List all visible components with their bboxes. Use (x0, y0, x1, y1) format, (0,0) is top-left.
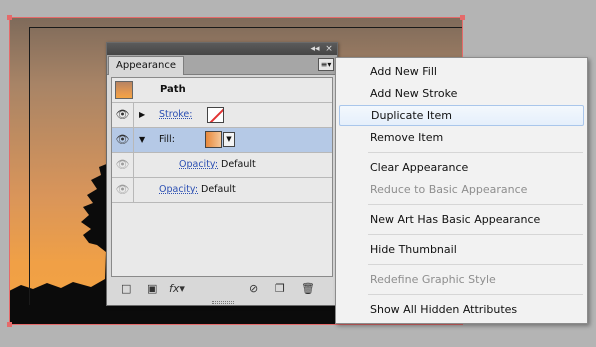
appearance-list: Path 👁 ▶ Stroke: 👁 ▼ Fill: ▼ 👁 Opacity: … (111, 77, 333, 277)
menu-item-show-all-hidden-attributes[interactable]: Show All Hidden Attributes (339, 299, 584, 320)
panel-titlebar[interactable]: ◂◂ × (107, 43, 337, 55)
menu-item-clear-appearance[interactable]: Clear Appearance (339, 157, 584, 178)
fill-swatch[interactable] (205, 131, 222, 148)
selection-handle[interactable] (7, 15, 12, 20)
object-opacity-value: Default (201, 184, 236, 195)
selection-handle[interactable] (7, 322, 12, 327)
selection-handle[interactable] (460, 15, 465, 20)
menu-separator (368, 294, 583, 295)
stroke-swatch[interactable] (207, 107, 224, 123)
menu-separator (368, 234, 583, 235)
menu-item-duplicate-item[interactable]: Duplicate Item (339, 105, 584, 126)
fill-opacity-value: Default (221, 159, 256, 170)
eye-icon[interactable]: 👁 (112, 178, 134, 202)
object-type-label: Path (160, 84, 186, 95)
collapse-panel-icon[interactable]: ◂◂ (309, 43, 321, 55)
triangle-right-icon[interactable]: ▶ (139, 103, 145, 127)
menu-item-remove-item[interactable]: Remove Item (339, 127, 584, 148)
path-thumbnail (115, 81, 133, 99)
chevron-down-icon[interactable]: ▼ (223, 132, 235, 147)
panel-menu-icon[interactable]: ≡▾ (318, 58, 334, 71)
menu-separator (368, 264, 583, 265)
tab-appearance[interactable]: Appearance (108, 56, 185, 75)
fill-opacity-row[interactable]: 👁 Opacity: Default (112, 153, 332, 178)
menu-separator (368, 152, 583, 153)
duplicate-icon[interactable]: ❐ (275, 283, 285, 295)
add-stroke-icon[interactable]: □ (121, 283, 131, 295)
clear-icon[interactable]: ⊘ (249, 283, 258, 295)
menu-item-add-new-stroke[interactable]: Add New Stroke (339, 83, 584, 104)
trash-icon[interactable]: 🗑 (301, 283, 315, 295)
panel-bottom-bar: □ ▣ fx▾ ⊘ ❐ 🗑 (111, 280, 333, 300)
fx-icon[interactable]: fx▾ (169, 283, 185, 295)
triangle-down-icon[interactable]: ▼ (139, 128, 145, 152)
resize-grip[interactable] (212, 301, 234, 304)
eye-icon[interactable]: 👁 (112, 103, 134, 127)
stroke-label[interactable]: Stroke: (159, 103, 192, 127)
object-opacity-label[interactable]: Opacity: (159, 178, 198, 202)
menu-item-reduce-to-basic-appearance: Reduce to Basic Appearance (370, 183, 528, 196)
eye-icon[interactable]: 👁 (112, 153, 134, 177)
object-opacity-row[interactable]: 👁 Opacity: Default (112, 178, 332, 203)
appearance-panel-menu: Add New Fill Add New Stroke Duplicate It… (335, 57, 588, 324)
fill-label: Fill: (159, 134, 175, 145)
stroke-row[interactable]: 👁 ▶ Stroke: (112, 103, 332, 128)
menu-item-new-art-has-basic-appearance[interactable]: New Art Has Basic Appearance (339, 209, 584, 230)
fill-opacity-label[interactable]: Opacity: (179, 153, 218, 177)
appearance-panel: ◂◂ × Appearance ≡▾ Path 👁 ▶ Stroke: 👁 ▼ … (106, 42, 338, 306)
menu-item-add-new-fill[interactable]: Add New Fill (339, 61, 584, 82)
menu-item-redefine-graphic-style: Redefine Graphic Style (370, 273, 496, 286)
panel-tab-strip: Appearance ≡▾ (107, 55, 337, 75)
path-header-row[interactable]: Path (112, 78, 332, 103)
menu-separator (368, 204, 583, 205)
menu-item-hide-thumbnail[interactable]: Hide Thumbnail (339, 239, 584, 260)
add-fill-icon[interactable]: ▣ (147, 283, 157, 295)
close-panel-icon[interactable]: × (324, 43, 334, 55)
eye-icon[interactable]: 👁 (112, 128, 134, 152)
fill-row[interactable]: 👁 ▼ Fill: ▼ (112, 128, 332, 153)
